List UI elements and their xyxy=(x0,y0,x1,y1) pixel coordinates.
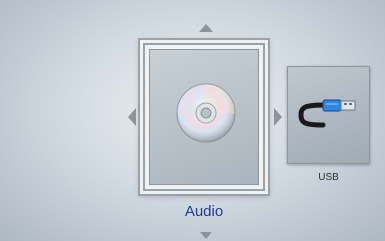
menu-tile-usb[interactable] xyxy=(287,66,370,164)
nav-up-arrow-icon[interactable] xyxy=(199,24,213,32)
menu-item-label-usb: USB xyxy=(318,172,339,183)
menu-tile-audio-inner xyxy=(149,49,259,185)
menu-tile-audio[interactable] xyxy=(140,40,268,194)
usb-cable-icon xyxy=(298,99,356,128)
nav-right-arrow-icon[interactable] xyxy=(274,108,282,126)
disc-icon xyxy=(176,83,236,143)
nav-left-arrow-icon[interactable] xyxy=(128,108,136,126)
nav-down-arrow-icon[interactable] xyxy=(200,232,212,239)
menu-item-label-audio: Audio xyxy=(184,203,224,220)
